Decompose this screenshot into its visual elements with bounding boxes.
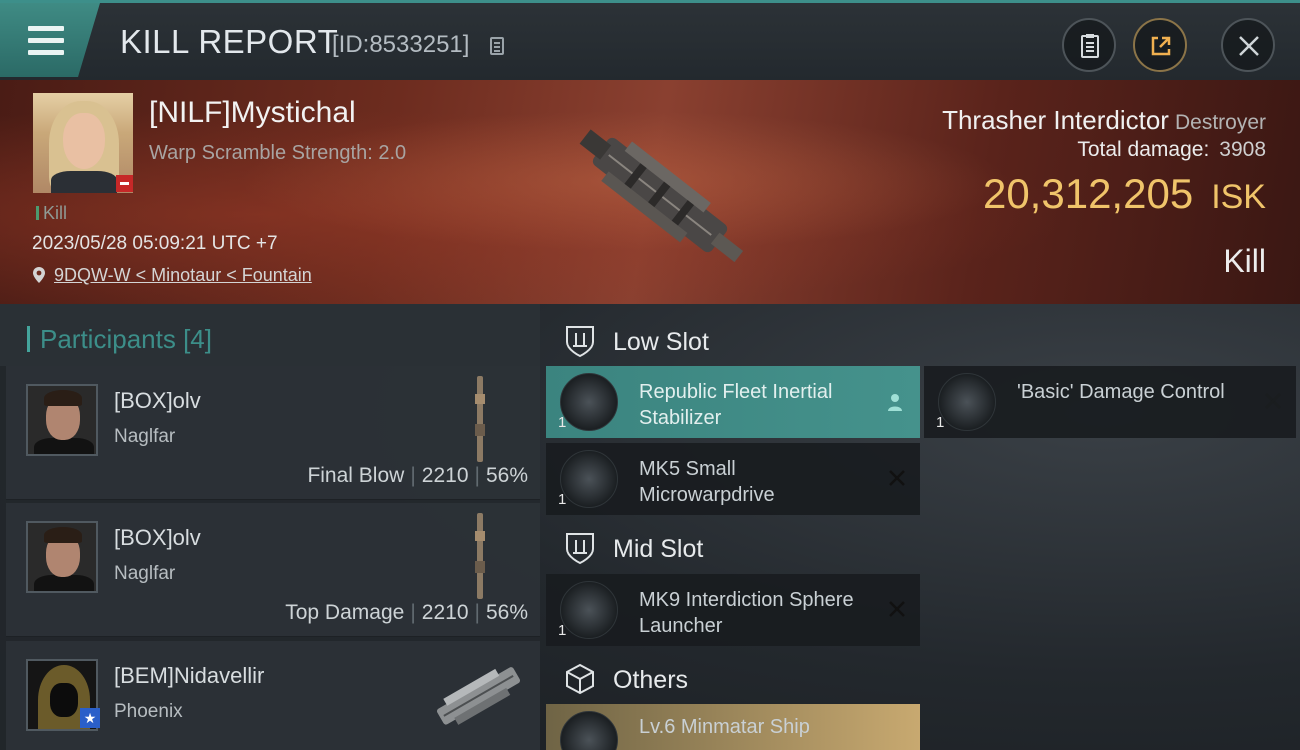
- hostile-badge-icon: [116, 175, 133, 192]
- skill-book-icon: [560, 711, 618, 750]
- participant-damage: 2210: [421, 464, 469, 487]
- report-id: [ID:8533251]: [332, 31, 470, 58]
- weapon-icon: [475, 376, 485, 462]
- share-button[interactable]: [1133, 18, 1187, 72]
- kill-datetime: 2023/05/28 05:09:21 UTC +7: [32, 233, 278, 254]
- kill-result: Kill: [1223, 243, 1266, 279]
- top-bar: KILL REPORT [ID:8533251]: [0, 0, 1300, 80]
- copy-icon[interactable]: [490, 37, 504, 55]
- participant-percent: 56%: [485, 464, 528, 487]
- destroyed-x-icon: [1265, 393, 1281, 409]
- isk-amount: 20,312,205: [982, 170, 1194, 217]
- module-name: 'Basic' Damage Control: [1017, 381, 1225, 403]
- participant-row[interactable]: [BOX]olv Naglfar Final Blow | 2210 | 56%: [6, 366, 540, 500]
- participant-stats: Top Damage | 2210 | 56%: [285, 601, 528, 624]
- participant-role: Final Blow: [307, 464, 405, 487]
- participant-ship: Naglfar: [114, 426, 176, 447]
- close-icon: [1239, 36, 1259, 56]
- ship-name: Thrasher Interdictor: [942, 105, 1169, 135]
- menu-button[interactable]: [0, 3, 100, 77]
- participant-ship: Naglfar: [114, 563, 176, 584]
- module-lv6-minmatar-ship[interactable]: Lv.6 Minmatar Ship: [546, 704, 920, 750]
- cube-icon: [566, 663, 594, 695]
- participant-row[interactable]: [BOX]olv Naglfar Top Damage | 2210 | 56%: [6, 503, 540, 637]
- sphere-launcher-icon: [560, 581, 618, 639]
- avatar: [26, 384, 98, 456]
- module-qty: 1: [558, 622, 567, 639]
- page-title: KILL REPORT: [120, 23, 339, 60]
- total-damage-label: Total damage:: [1077, 138, 1210, 161]
- star-badge-icon: ★: [80, 708, 100, 728]
- microwarpdrive-icon: [560, 450, 618, 508]
- person-icon[interactable]: [886, 392, 904, 412]
- close-button[interactable]: [1221, 18, 1275, 72]
- module-qty: 1: [558, 414, 567, 431]
- avatar: [26, 521, 98, 593]
- location-pin-icon: [33, 267, 45, 283]
- ship-type: Thrasher Interdictor Destroyer: [942, 105, 1266, 136]
- module-qty: 1: [936, 414, 945, 431]
- participant-percent: 56%: [485, 601, 528, 624]
- module-name: MK9 Interdiction Sphere Launcher: [639, 589, 854, 637]
- isk-value: 20,312,205 ISK: [983, 170, 1266, 218]
- status-tag: Kill: [36, 203, 67, 224]
- participant-ship-icon: [436, 667, 521, 725]
- total-damage-value: 3908: [1219, 138, 1266, 161]
- destroyed-x-icon: [889, 601, 905, 617]
- shield-slot-icon: [566, 326, 594, 358]
- total-damage: Total damage: 3908: [1077, 138, 1266, 162]
- others-label: Others: [613, 666, 689, 694]
- inertial-stabilizer-icon: [560, 373, 618, 431]
- clipboard-icon: [1081, 34, 1099, 58]
- weapon-icon: [475, 513, 485, 599]
- status-text: Kill: [43, 203, 68, 223]
- damage-control-icon: [938, 373, 996, 431]
- destroyed-x-icon: [889, 470, 905, 486]
- location-link[interactable]: 9DQW-W < Minotaur < Fountain: [54, 265, 312, 285]
- module-mk9-interdiction-sphere-launcher[interactable]: 1 MK9 Interdiction Sphere Launcher: [546, 574, 920, 646]
- module-basic-damage-control[interactable]: 1 'Basic' Damage Control: [924, 366, 1296, 438]
- module-republic-fleet-inertial-stabilizer[interactable]: 1 Republic Fleet Inertial Stabilizer: [546, 366, 920, 438]
- others-header: Others: [546, 648, 920, 708]
- participants-count: [4]: [183, 324, 212, 354]
- module-name: MK5 Small Microwarpdrive: [639, 458, 775, 506]
- participants-header: Participants [4]: [0, 304, 540, 366]
- ship-class: Destroyer: [1174, 111, 1266, 134]
- low-slot-header: Low Slot: [546, 310, 920, 370]
- participant-name: [BOX]olv: [114, 525, 201, 550]
- participants-label: Participants: [40, 324, 176, 354]
- participant-name: [BOX]olv: [114, 388, 201, 413]
- module-name: Republic Fleet Inertial Stabilizer: [639, 381, 833, 429]
- kill-report-window: KILL REPORT [ID:8533251] [NILF]Mystichal…: [0, 0, 1300, 750]
- participant-stats: Final Blow | 2210 | 56%: [307, 464, 528, 487]
- low-slot-label: Low Slot: [613, 328, 709, 356]
- module-qty: 1: [558, 491, 567, 508]
- module-mk5-small-microwarpdrive[interactable]: 1 MK5 Small Microwarpdrive: [546, 443, 920, 515]
- victim-ship-image: [579, 129, 744, 263]
- victim-name[interactable]: [NILF]Mystichal: [149, 96, 356, 130]
- isk-unit: ISK: [1211, 178, 1266, 216]
- share-icon: [1151, 36, 1171, 56]
- mid-slot-header: Mid Slot: [546, 517, 920, 577]
- mid-slot-label: Mid Slot: [613, 535, 704, 563]
- clipboard-button[interactable]: [1062, 18, 1116, 72]
- victim-subtitle: Warp Scramble Strength: 2.0: [149, 142, 407, 164]
- participant-row[interactable]: ★ [BEM]Nidavellir Phoenix: [6, 641, 540, 750]
- participant-ship: Phoenix: [114, 701, 183, 722]
- kill-location[interactable]: 9DQW-W < Minotaur < Fountain: [32, 265, 312, 286]
- participant-role: Top Damage: [285, 601, 405, 624]
- module-name: Lv.6 Minmatar Ship: [639, 716, 810, 738]
- participant-name: [BEM]Nidavellir: [114, 663, 265, 688]
- shield-slot-icon: [566, 533, 594, 565]
- participant-damage: 2210: [421, 601, 469, 624]
